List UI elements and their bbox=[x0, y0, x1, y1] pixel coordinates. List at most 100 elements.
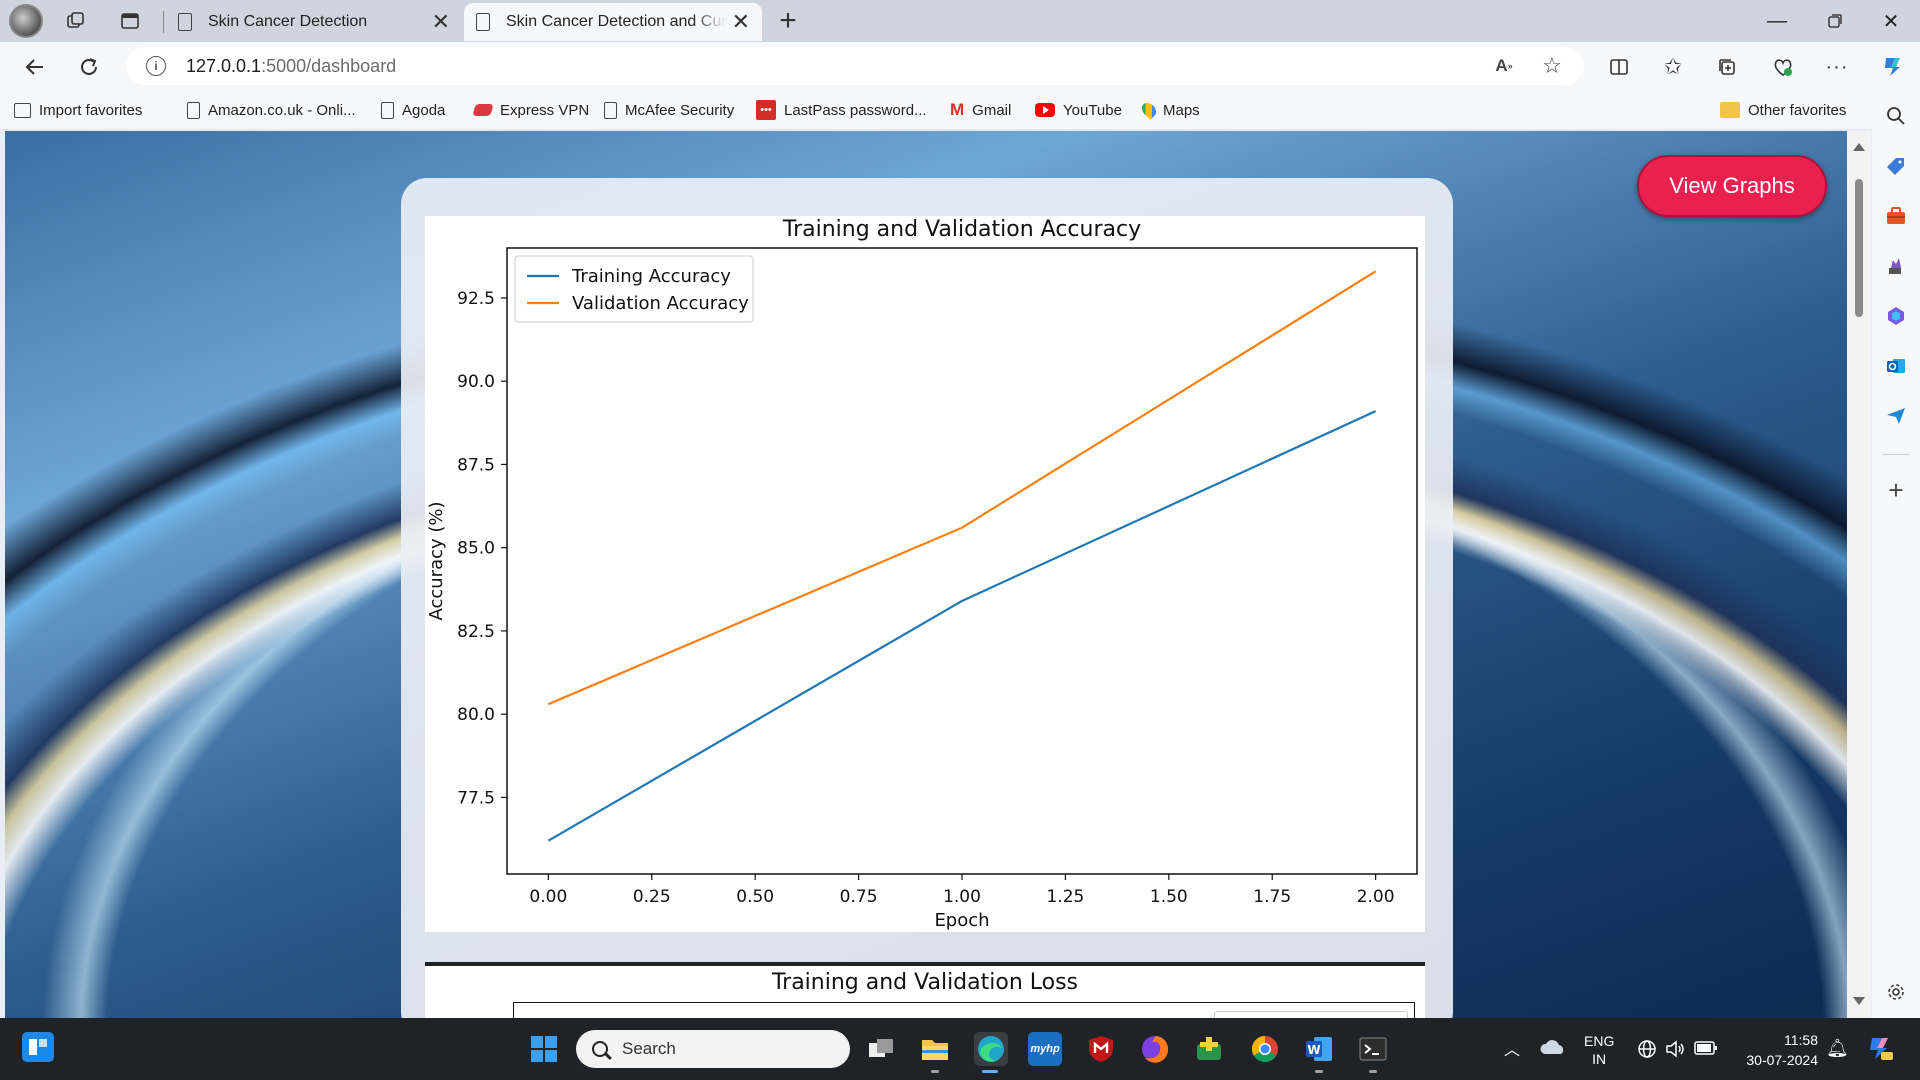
favorite-label: YouTube bbox=[1063, 101, 1122, 119]
page-icon bbox=[604, 101, 617, 119]
taskbar-search[interactable]: Search bbox=[576, 1030, 850, 1068]
favorite-mcafee[interactable]: McAfee Security bbox=[604, 98, 734, 122]
y-tick-label: 80.0 bbox=[457, 705, 495, 725]
network-icon[interactable] bbox=[1636, 1038, 1658, 1063]
new-tab-button[interactable]: + bbox=[772, 4, 804, 37]
close-icon[interactable]: ✕ bbox=[732, 9, 750, 35]
chrome-icon[interactable] bbox=[1248, 1032, 1282, 1066]
running-indicator bbox=[931, 1070, 939, 1073]
favorite-expressvpn[interactable]: Express VPN bbox=[472, 98, 590, 122]
navigation-toolbar: i 127.0.0.1:5000/dashboard A» ☆ ✩ ··· bbox=[0, 42, 1920, 90]
y-tick-label: 77.5 bbox=[457, 788, 495, 808]
edge-sidebar: + bbox=[1872, 90, 1920, 1018]
volume-icon[interactable] bbox=[1664, 1038, 1686, 1063]
y-tick-label: 92.5 bbox=[457, 289, 495, 309]
firefox-icon[interactable] bbox=[1138, 1032, 1172, 1066]
favorite-label: Amazon.co.uk - Onli... bbox=[208, 101, 356, 119]
refresh-button[interactable] bbox=[72, 50, 106, 84]
more-options-icon[interactable]: ··· bbox=[1820, 50, 1854, 84]
page-scrollbar[interactable] bbox=[1847, 131, 1871, 1018]
favorite-gmail[interactable]: M Gmail bbox=[950, 98, 1011, 122]
loss-chart-panel: Training and Validation Loss bbox=[425, 962, 1425, 1018]
favorite-amazon[interactable]: Amazon.co.uk - Onli... bbox=[187, 98, 356, 122]
favorite-maps[interactable]: Maps bbox=[1139, 98, 1200, 122]
scroll-down-arrow[interactable] bbox=[1853, 997, 1865, 1005]
import-icon bbox=[14, 102, 31, 118]
x-tick-label: 0.00 bbox=[529, 887, 567, 907]
x-tick-label: 1.25 bbox=[1046, 887, 1084, 907]
scroll-up-arrow[interactable] bbox=[1853, 143, 1865, 151]
scroll-thumb[interactable] bbox=[1855, 179, 1863, 317]
favorite-youtube[interactable]: YouTube bbox=[1035, 98, 1122, 122]
back-button[interactable] bbox=[18, 50, 52, 84]
clock-time: 11:58 bbox=[1784, 1032, 1818, 1048]
task-view-icon[interactable] bbox=[864, 1032, 898, 1066]
search-placeholder: Search bbox=[622, 1039, 676, 1058]
close-window-button[interactable]: ✕ bbox=[1862, 0, 1920, 42]
other-favorites[interactable]: Other favorites bbox=[1720, 98, 1846, 122]
mcafee-icon[interactable] bbox=[1084, 1032, 1118, 1066]
favorite-lastpass[interactable]: ••• LastPass password... bbox=[756, 98, 927, 122]
widgets-icon[interactable] bbox=[22, 1032, 54, 1062]
page-icon bbox=[381, 101, 394, 119]
running-indicator bbox=[1315, 1070, 1323, 1073]
collections-icon[interactable] bbox=[1710, 50, 1744, 84]
favorite-import[interactable]: Import favorites bbox=[14, 98, 142, 122]
profile-avatar[interactable] bbox=[9, 4, 43, 38]
view-graphs-button[interactable]: View Graphs bbox=[1637, 155, 1827, 217]
site-info-icon[interactable]: i bbox=[146, 56, 166, 76]
outlook-icon[interactable] bbox=[1880, 350, 1912, 382]
copilot-icon[interactable] bbox=[1876, 50, 1910, 84]
word-icon[interactable]: W bbox=[1302, 1032, 1336, 1066]
battery-icon[interactable] bbox=[1694, 1040, 1718, 1059]
terminal-icon[interactable] bbox=[1356, 1032, 1390, 1066]
myhp-icon[interactable]: myhp bbox=[1028, 1032, 1062, 1066]
tab-skin-cancer-detection-and-cure[interactable]: Skin Cancer Detection and Cure D ✕ bbox=[464, 3, 762, 41]
workspaces-icon[interactable] bbox=[60, 5, 92, 37]
onedrive-icon[interactable] bbox=[1540, 1038, 1566, 1061]
address-bar[interactable]: i 127.0.0.1:5000/dashboard A» ☆ bbox=[126, 47, 1584, 85]
read-aloud-icon[interactable]: A» bbox=[1490, 52, 1518, 80]
minimize-button[interactable]: — bbox=[1748, 0, 1806, 42]
loss-chart-title: Training and Validation Loss bbox=[771, 970, 1079, 995]
send-icon[interactable] bbox=[1880, 400, 1912, 432]
y-tick-label: 85.0 bbox=[457, 539, 495, 559]
tab-actions-icon[interactable] bbox=[114, 5, 146, 37]
add-icon[interactable]: + bbox=[1880, 474, 1912, 506]
favorite-star-icon[interactable]: ☆ bbox=[1538, 52, 1566, 80]
windows-taskbar: Search myhp W ︿ ENG IN 11:58 30-07-2024 … bbox=[0, 1018, 1920, 1080]
y-axis-ticks: 77.5 80.0 82.5 85.0 87.5 90.0 92.5 bbox=[457, 289, 507, 808]
copilot-taskbar-icon[interactable] bbox=[1864, 1034, 1894, 1065]
favorite-label: Express VPN bbox=[500, 101, 590, 119]
youtube-icon bbox=[1035, 103, 1055, 117]
favorite-agoda[interactable]: Agoda bbox=[381, 98, 445, 122]
start-windows-icon[interactable] bbox=[527, 1032, 561, 1066]
split-screen-icon[interactable] bbox=[1602, 50, 1636, 84]
tab-skin-cancer-detection[interactable]: Skin Cancer Detection ✕ bbox=[166, 3, 462, 41]
x-axis-ticks: 0.00 0.25 0.50 0.75 1.00 1.25 1.50 1.75 2.00 bbox=[529, 874, 1395, 907]
browser-essentials-icon[interactable] bbox=[1766, 50, 1800, 84]
tab-strip: Skin Cancer Detection ✕ Skin Cancer Dete… bbox=[0, 0, 1920, 42]
notifications-bell-icon[interactable]: 🔔︎ bbox=[1826, 1038, 1849, 1059]
tools-icon[interactable] bbox=[1880, 200, 1912, 232]
settings-gear-icon[interactable] bbox=[1880, 976, 1912, 1008]
url-text[interactable]: 127.0.0.1:5000/dashboard bbox=[186, 56, 396, 77]
close-icon[interactable]: ✕ bbox=[432, 9, 450, 35]
maps-icon bbox=[1139, 100, 1159, 120]
game-app-icon[interactable] bbox=[1192, 1032, 1226, 1066]
favorites-bar: Import favorites Amazon.co.uk - Onli... … bbox=[0, 90, 1920, 130]
page-icon bbox=[476, 13, 490, 31]
language-indicator[interactable]: ENG IN bbox=[1584, 1032, 1614, 1068]
clock[interactable]: 11:58 30-07-2024 bbox=[1734, 1030, 1818, 1070]
favorites-icon[interactable]: ✩ bbox=[1656, 50, 1690, 84]
search-icon[interactable] bbox=[1880, 100, 1912, 132]
microsoft-365-icon[interactable] bbox=[1880, 300, 1912, 332]
file-explorer-icon[interactable] bbox=[918, 1032, 952, 1066]
show-hidden-icons-chevron-icon[interactable]: ︿ bbox=[1504, 1036, 1520, 1060]
games-icon[interactable] bbox=[1880, 250, 1912, 282]
x-tick-label: 0.50 bbox=[736, 887, 774, 907]
restore-button[interactable] bbox=[1806, 0, 1864, 42]
shopping-tag-icon[interactable] bbox=[1880, 150, 1912, 182]
other-favorites-label: Other favorites bbox=[1748, 101, 1847, 119]
edge-browser-icon[interactable] bbox=[974, 1032, 1008, 1066]
